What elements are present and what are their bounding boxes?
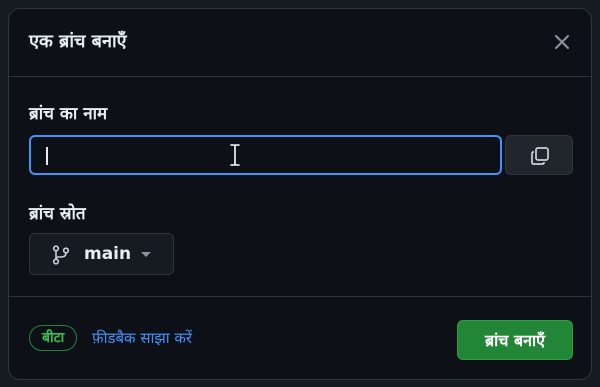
triangle-down-icon (141, 252, 151, 257)
text-caret (46, 147, 48, 165)
copy-icon (531, 147, 549, 165)
branch-name-input[interactable] (29, 135, 502, 175)
create-branch-dialog: एक ब्रांच बनाएँ ब्रांच का नाम ब्रांच स्र… (8, 8, 592, 380)
beta-badge: बीटा (29, 325, 78, 351)
branch-name-value: main (84, 244, 132, 264)
ibeam-cursor-icon (229, 143, 241, 167)
x-icon (555, 35, 569, 49)
copy-button[interactable] (505, 135, 573, 175)
close-button[interactable] (551, 31, 573, 53)
dialog-footer: बीटा फ़ीडबैक साझा करें ब्रांच बनाएँ (9, 296, 591, 379)
git-branch-icon (52, 245, 70, 265)
create-branch-button[interactable]: ब्रांच बनाएँ (457, 320, 573, 360)
branch-source-select[interactable]: main (29, 233, 174, 275)
branch-source-label: ब्रांच स्रोत (29, 204, 86, 224)
branch-name-label: ब्रांच का नाम (29, 104, 108, 124)
dialog-header: एक ब्रांच बनाएँ (9, 9, 591, 77)
dialog-title: एक ब्रांच बनाएँ (29, 31, 127, 52)
share-feedback-link[interactable]: फ़ीडबैक साझा करें (92, 328, 192, 348)
